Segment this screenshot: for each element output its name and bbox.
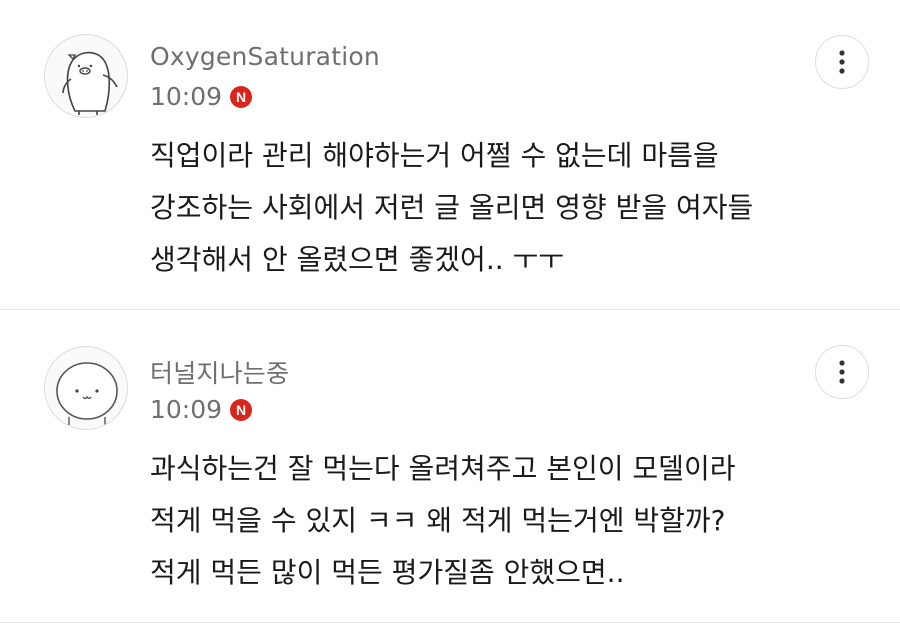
penguin-avatar-icon[interactable] — [44, 34, 128, 118]
more-options-button[interactable] — [815, 345, 869, 399]
comment-line: 적게 먹든 많이 먹든 평가질좀 안했으면.. — [150, 556, 625, 589]
more-vertical-icon — [839, 360, 845, 384]
comment-line: 과식하는건 잘 먹는다 올려쳐주고 본인이 모델이라 — [150, 452, 736, 485]
comment-line: 생각해서 안 올렸으면 좋겠어.. ㅜㅜ — [150, 243, 565, 276]
round-face-avatar-icon[interactable] — [44, 346, 128, 430]
comment-meta: 10:09 N — [150, 395, 253, 424]
comment-meta: 10:09 N — [150, 82, 253, 111]
comment-author[interactable]: OxygenSaturation — [150, 42, 380, 71]
comment-time: 10:09 — [150, 82, 223, 111]
comment-line: 적게 먹을 수 있지 ㅋㅋ 왜 적게 먹는거엔 박할까? — [150, 504, 726, 537]
comment-line: 강조하는 사회에서 저런 글 올리면 영향 받을 여자들 — [150, 191, 754, 224]
comment-body: 과식하는건 잘 먹는다 올려쳐주고 본인이 모델이라 적게 먹을 수 있지 ㅋㅋ… — [150, 443, 850, 599]
more-vertical-icon — [839, 50, 845, 74]
new-badge-icon: N — [230, 398, 253, 421]
more-options-button[interactable] — [815, 35, 869, 89]
comment-body: 직업이라 관리 해야하는거 어쩔 수 없는데 마름을 강조하는 사회에서 저런 … — [150, 130, 850, 286]
comment-time: 10:09 — [150, 395, 223, 424]
comment-item: OxygenSaturation 10:09 N 직업이라 관리 해야하는거 어… — [0, 0, 900, 310]
comment-author[interactable]: 터널지나는중 — [150, 354, 289, 390]
comment-item: 터널지나는중 10:09 N 과식하는건 잘 먹는다 올려쳐주고 본인이 모델이… — [0, 311, 900, 623]
comment-line: 직업이라 관리 해야하는거 어쩔 수 없는데 마름을 — [150, 139, 719, 172]
new-badge-icon: N — [230, 85, 253, 108]
